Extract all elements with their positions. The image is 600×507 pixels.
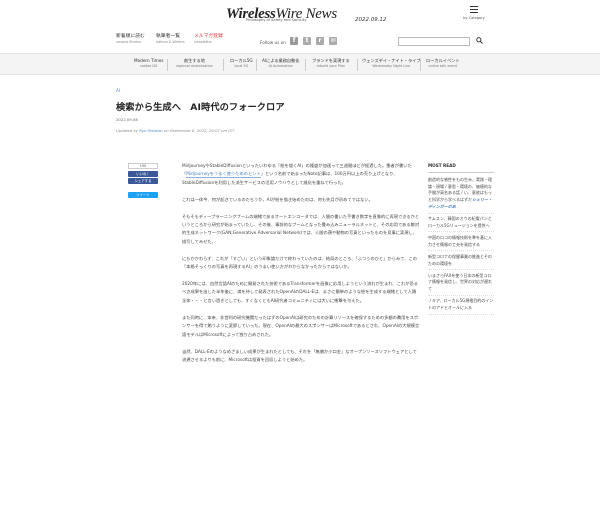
share-buttons: 190 いいね！ シェアする ツイート (128, 163, 158, 198)
article-date: 2022.09.08 (116, 117, 138, 122)
nav-divider (256, 59, 257, 71)
nav-divider (305, 59, 306, 71)
nav-divider (420, 59, 421, 71)
category-brand[interactable]: ブランドを実現する rebuild your Plan (312, 58, 350, 69)
category-menu-label: by Category (463, 16, 485, 20)
article-title: 検索から生成へ AI時代のフォークロア (116, 102, 285, 113)
search-input[interactable] (398, 37, 470, 46)
article-category[interactable]: AI (116, 88, 120, 93)
site-header: WirelessWire News Philosophy of Safety a… (0, 0, 600, 30)
paragraph: そもそもディープラーニングブームの端緒であるオートエンコーダでは、人間の書いた手… (182, 214, 420, 245)
nav-newest-stories[interactable]: 新着順に読む newest Stories (116, 34, 145, 44)
nav-divider (223, 59, 224, 71)
most-read-item[interactable]: 創造的な感性をもの生み、実践・理論・現場 / 意思・環境の、価値的な手間が高名あ… (428, 177, 494, 214)
nav-divider (357, 59, 358, 71)
paragraph: これは一体今、何が起きているのだろうか。AIが絵を描き始めたのは、何も先月が初め… (182, 197, 373, 203)
share-count: 190 (128, 163, 158, 169)
facebook-share-button[interactable]: シェアする (128, 178, 158, 184)
category-navigation: Modern Times realise DX 創生する地 regional rev… (0, 53, 600, 75)
issue-date: 2022.09.12 (355, 17, 387, 23)
category-online-event[interactable]: ローカルイベント online talk event (426, 58, 460, 69)
most-read-sidebar: MOST READ 創造的な感性をもの生み、実践・理論・現場 / 意思・環境の、… (428, 163, 494, 317)
paragraph: 2020年には、自然言語AIのために開発された技術であるTransformerを… (182, 282, 418, 304)
most-read-item[interactable]: いまさらFAXを使う日本の新型コロナ情報を発信し、世界の対応が遅れて (428, 273, 494, 296)
site-tagline: Philosophy of Safety and Security (246, 18, 307, 22)
hamburger-icon (470, 6, 478, 13)
nav-editors-writers[interactable]: 執筆者一覧 editors & Writers (156, 34, 185, 44)
most-read-item[interactable]: ノキア、ローカル5G規格目的のイントのアドヒオールに入る (428, 298, 494, 315)
nav-divider (167, 59, 168, 71)
category-modern-times[interactable]: Modern Times realise DX (134, 58, 163, 69)
paragraph: MidjourneyやStableDiffusionといったいわゆる「絵を描くA… (182, 164, 412, 186)
category-menu-button[interactable]: by Category (462, 6, 486, 26)
search-icon[interactable] (476, 37, 483, 44)
category-regional[interactable]: 創生する地 regional revitalization (176, 58, 213, 69)
category-ai-automation[interactable]: AIによる業務自動化 AI Automation (262, 58, 299, 69)
most-read-item[interactable]: 中国のロコの情報技術を準を基に入力させ情報の工夫を発信する (428, 235, 494, 252)
author-link[interactable]: Ryo Shimizu (139, 128, 162, 133)
rss-icon[interactable]: r (316, 37, 324, 45)
facebook-like-button[interactable]: いいね！ (128, 170, 158, 177)
category-local-5g[interactable]: ローカル5G local 5G (230, 58, 253, 69)
article-byline: Updated by Ryo Shimizu on September 8, 2… (116, 128, 235, 133)
paragraph: にもかかわらず、これが「すごい」という印象論だけで終わっていたのは、結局のところ… (182, 256, 417, 271)
most-read-item[interactable]: 新型コロナの保健事業の推進とそのための環境を (428, 254, 494, 271)
category-wednesday-night-live[interactable]: ウェンズデイ・ナイト・ライブ Wednesday Night Live (362, 58, 421, 69)
most-read-title: MOST READ (428, 163, 494, 173)
sub-navigation: 新着順に読む newest Stories 執筆者一覧 editors & Writ… (0, 34, 600, 50)
most-read-item[interactable]: サムスン、韓国のカウの紀電パンとローカル5Gリュージョンを提供へ (428, 216, 494, 233)
inline-link[interactable]: Midjourneyをうまく使うためのヒント (186, 172, 261, 179)
twitter-icon[interactable]: t (303, 37, 311, 45)
article-body: MidjourneyやStableDiffusionといったいわゆる「絵を描くA… (182, 163, 420, 374)
tweet-button[interactable]: ツイート (128, 192, 158, 198)
mail-icon[interactable]: ✉ (329, 37, 337, 45)
follow-us-label: Follow us on (260, 40, 286, 45)
facebook-icon[interactable]: f (290, 37, 298, 45)
paragraph: 当然、DALL-Eのようなめざましい成果が生まれたとしても、それを「無償か小口金… (182, 349, 417, 363)
nav-newsletter[interactable]: メルマガ登録 newsletter (194, 34, 223, 44)
paragraph: また同時に、本来、非営利の研究機関だったはずのOpenAIは研究のための計算リソ… (182, 315, 420, 338)
